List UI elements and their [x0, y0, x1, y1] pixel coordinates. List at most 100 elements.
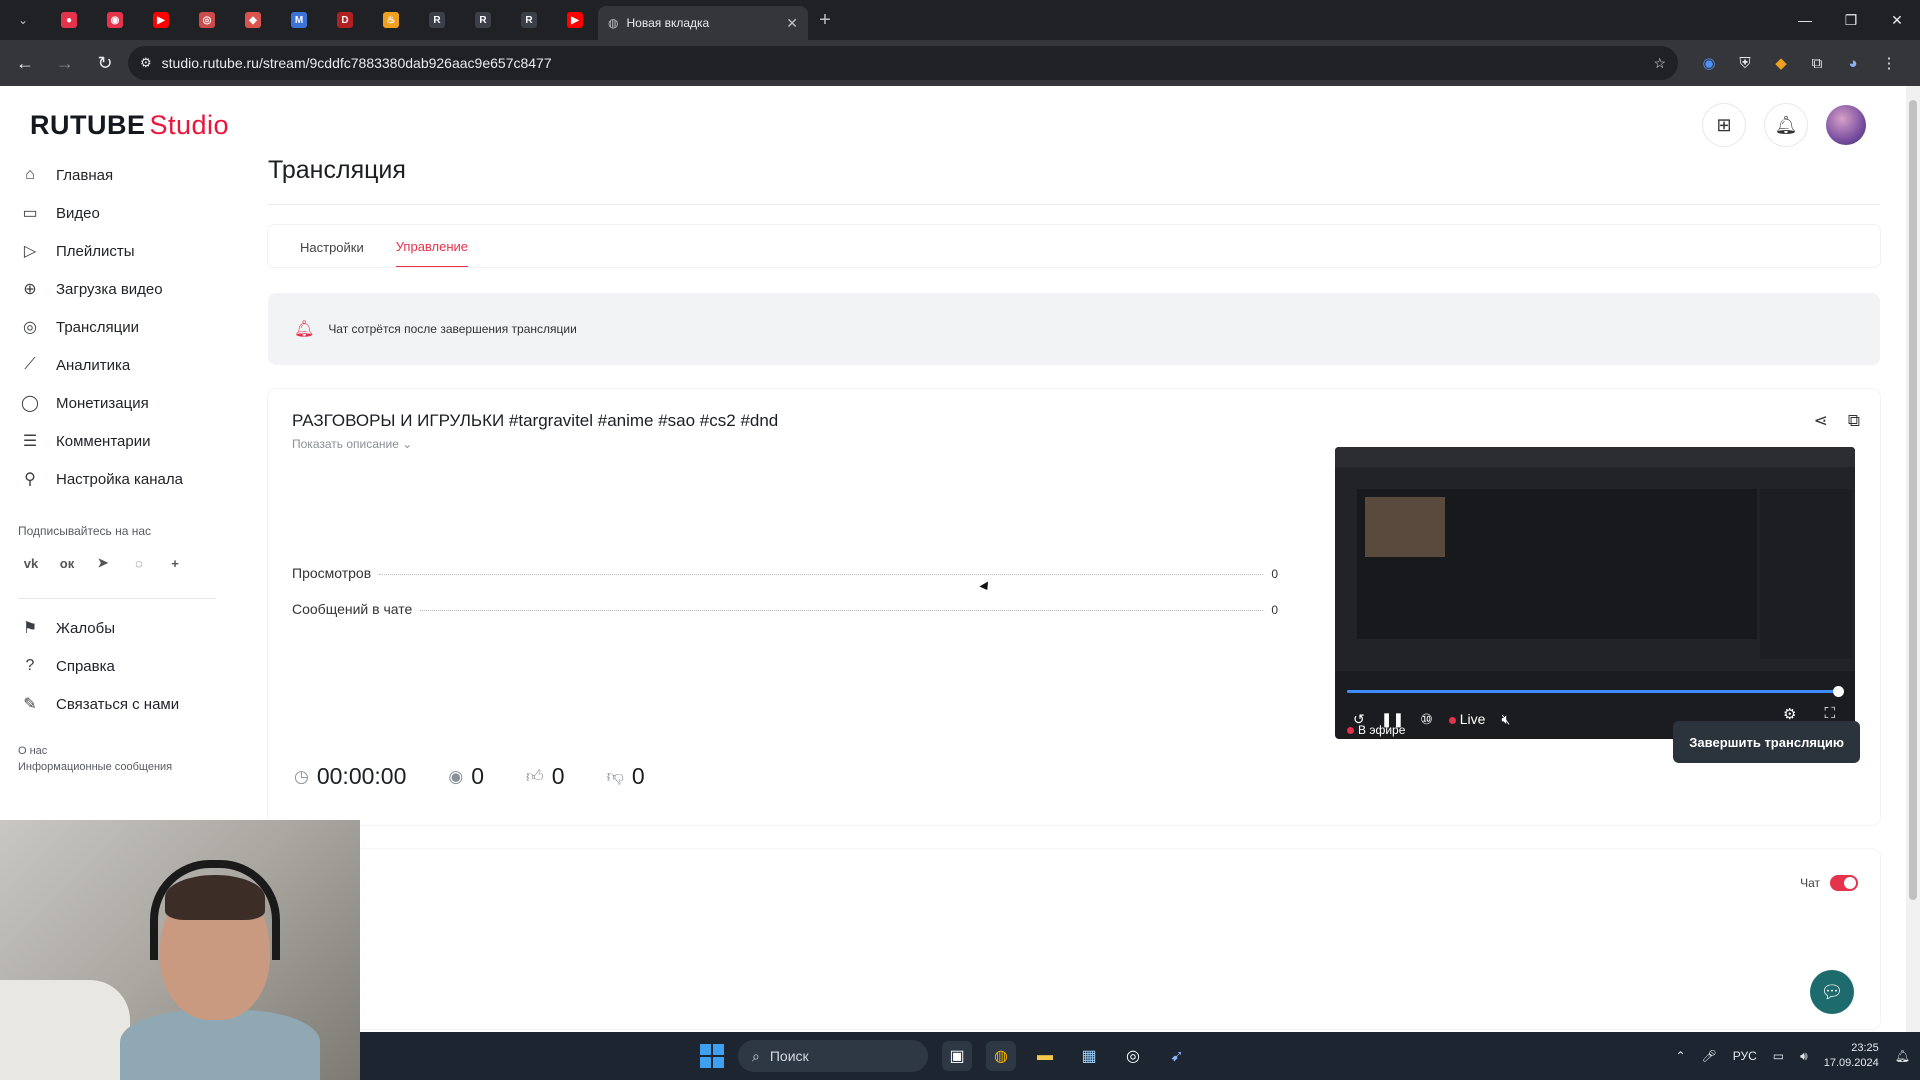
tab-management[interactable]: Управление — [395, 239, 469, 267]
player-screen-content — [1365, 497, 1445, 557]
menu-kebab-icon[interactable]: ⋮ — [1876, 50, 1902, 76]
browser-tab[interactable]: ♨ — [368, 0, 414, 40]
stream-preview-player[interactable]: ↺ ❚❚ ⑩ Live 🔇︎ В эфире ⚙ ⛶ — [1335, 447, 1855, 739]
avatar[interactable] — [1826, 105, 1866, 145]
tab-list-dropdown[interactable]: ⌄ — [0, 0, 46, 40]
stat-label: Сообщений в чате — [292, 601, 413, 617]
sidebar-item[interactable]: ? Справка — [0, 647, 216, 685]
add-content-button[interactable]: ⊞ — [1702, 103, 1746, 147]
chat-switch[interactable] — [1830, 875, 1858, 891]
store-icon[interactable]: ▦ — [1074, 1041, 1104, 1071]
extension-icon[interactable]: ◉ — [1696, 50, 1722, 76]
close-icon[interactable]: ✕ — [786, 15, 798, 32]
network-icon[interactable]: ▭ — [1773, 1049, 1784, 1063]
steam-icon[interactable]: ➹ — [1162, 1041, 1192, 1071]
sidebar-item[interactable]: ⟋ Аналитика — [0, 346, 216, 384]
sidebar-item[interactable]: ☰ Комментарии — [0, 422, 216, 460]
sidebar-item[interactable]: ⊕ Загрузка видео — [0, 270, 216, 308]
share-icon[interactable]: ⋖ — [1814, 411, 1828, 431]
sidebar-item[interactable]: ▭ Видео — [0, 194, 216, 232]
sidebar-item[interactable]: ◎ Трансляции — [0, 308, 216, 346]
browser-tab[interactable]: ◎ — [184, 0, 230, 40]
live-label: Live — [1459, 711, 1486, 727]
browser-tab[interactable]: R — [414, 0, 460, 40]
browser-tab[interactable]: M — [276, 0, 322, 40]
obs-icon[interactable]: ◎ — [1118, 1041, 1148, 1071]
new-tab-button[interactable]: + — [808, 9, 842, 32]
sidebar-item[interactable]: ⌂ Главная — [0, 156, 216, 194]
browser-tab[interactable]: D — [322, 0, 368, 40]
about-link[interactable]: О нас — [18, 743, 216, 759]
microphone-icon[interactable]: 🎤︎ — [1702, 1049, 1717, 1063]
sidebar-item[interactable]: ✎ Связаться с нами — [0, 685, 216, 723]
notifications-button[interactable]: 🔔︎ — [1764, 103, 1808, 147]
taskbar-clock[interactable]: 23:25 17.09.2024 — [1824, 1041, 1879, 1071]
extension-icon[interactable]: ◆ — [1768, 50, 1794, 76]
url-text[interactable]: studio.rutube.ru/stream/9cddfc7883380dab… — [162, 55, 1644, 71]
external-link-icon[interactable]: ⧉ — [1848, 411, 1860, 431]
browser-tab[interactable]: ◆ — [230, 0, 276, 40]
title-divider — [268, 204, 1880, 205]
back-button[interactable]: ← — [8, 46, 42, 80]
show-description-link[interactable]: Показать описание ⌄ — [292, 437, 412, 451]
task-view-icon[interactable]: ▣ — [942, 1041, 972, 1071]
tab-new-tab[interactable]: ◍ Новая вкладка ✕ — [598, 6, 808, 40]
mute-icon[interactable]: 🔇︎ — [1501, 711, 1510, 728]
reload-button[interactable]: ↻ — [88, 46, 122, 80]
tab-settings[interactable]: Настройки — [300, 240, 364, 267]
sidebar-item[interactable]: ◯ Монетизация — [0, 384, 216, 422]
viber-icon[interactable]: ◌ — [128, 552, 150, 574]
browser-tab[interactable]: ▶ — [138, 0, 184, 40]
sidebar-item[interactable]: ⚲ Настройка канала — [0, 460, 216, 498]
chat-label: Чат — [1800, 876, 1820, 890]
notification-bell-icon[interactable]: 🔔︎ — [1895, 1049, 1910, 1063]
search-icon: ⌕ — [752, 1047, 760, 1064]
close-window-button[interactable]: ✕ — [1874, 0, 1920, 40]
end-stream-button[interactable]: Завершить трансляцию — [1673, 721, 1860, 763]
plus-icon[interactable]: + — [164, 552, 186, 574]
browser-tab[interactable]: R — [506, 0, 552, 40]
ok-icon[interactable]: ок — [56, 552, 78, 574]
windows-start-icon[interactable] — [700, 1044, 724, 1068]
browser-tab[interactable]: ▶ — [552, 0, 598, 40]
file-explorer-icon[interactable]: ▬ — [1030, 1041, 1060, 1071]
shield-extension-icon[interactable]: ⛨ — [1732, 50, 1758, 76]
stream-title: РАЗГОВОРЫ И ИГРУЛЬКИ #targravitel #anime… — [292, 411, 779, 430]
telegram-icon[interactable]: ➤ — [92, 552, 114, 574]
restore-button[interactable]: ❐ — [1828, 0, 1874, 40]
live-indicator[interactable]: Live — [1448, 711, 1486, 727]
sidebar-item[interactable]: ▷ Плейлисты — [0, 232, 216, 270]
sidebar-item[interactable]: ⚑ Жалобы — [0, 609, 216, 647]
forward-button[interactable]: → — [48, 46, 82, 80]
profile-icon[interactable]: ◕ — [1840, 50, 1866, 76]
page-scrollbar[interactable] — [1906, 86, 1920, 1032]
address-bar[interactable]: ⚙ studio.rutube.ru/stream/9cddfc7883380d… — [128, 46, 1678, 80]
likes-counter: 👍︎ 0 — [526, 763, 565, 790]
flag-icon: ⚑ — [22, 620, 38, 637]
bookmark-star-icon[interactable]: ☆ — [1653, 55, 1666, 72]
browser-tab[interactable]: R — [460, 0, 506, 40]
rutube-studio-logo[interactable]: RUTUBE Studio — [30, 110, 229, 141]
chrome-app-icon[interactable]: ◍ — [986, 1041, 1016, 1071]
timer-value: 00:00:00 — [316, 763, 407, 789]
volume-icon[interactable]: 🔊︎ — [1800, 1049, 1808, 1064]
player-progress-bar[interactable] — [1347, 690, 1843, 693]
dislikes-value: 0 — [631, 763, 645, 789]
player-progress-knob[interactable] — [1833, 686, 1845, 697]
chat-notice: 🔔︎ Чат сотрётся после завершения трансля… — [268, 293, 1880, 365]
vk-icon[interactable]: vk — [20, 552, 42, 574]
forward-10-icon[interactable]: ⑩ — [1420, 711, 1433, 728]
browser-tab[interactable]: ● — [46, 0, 92, 40]
site-info-icon[interactable]: ⚙ — [140, 55, 152, 71]
sidebar-footer: О нас Информационные сообщения — [0, 743, 216, 775]
puzzle-icon[interactable]: ⧉ — [1804, 50, 1830, 76]
browser-tab[interactable]: ◉ — [92, 0, 138, 40]
scrollbar-thumb[interactable] — [1909, 100, 1917, 900]
minimize-button[interactable]: — — [1782, 0, 1828, 40]
language-indicator[interactable]: РУС — [1733, 1049, 1757, 1063]
rutube-r-icon: R — [521, 12, 537, 28]
support-chat-button[interactable]: 💬︎ — [1810, 970, 1854, 1014]
taskbar-search[interactable]: ⌕ Поиск — [738, 1040, 928, 1072]
tray-overflow-icon[interactable]: ⌃ — [1675, 1049, 1685, 1063]
info-messages-link[interactable]: Информационные сообщения — [18, 759, 216, 775]
